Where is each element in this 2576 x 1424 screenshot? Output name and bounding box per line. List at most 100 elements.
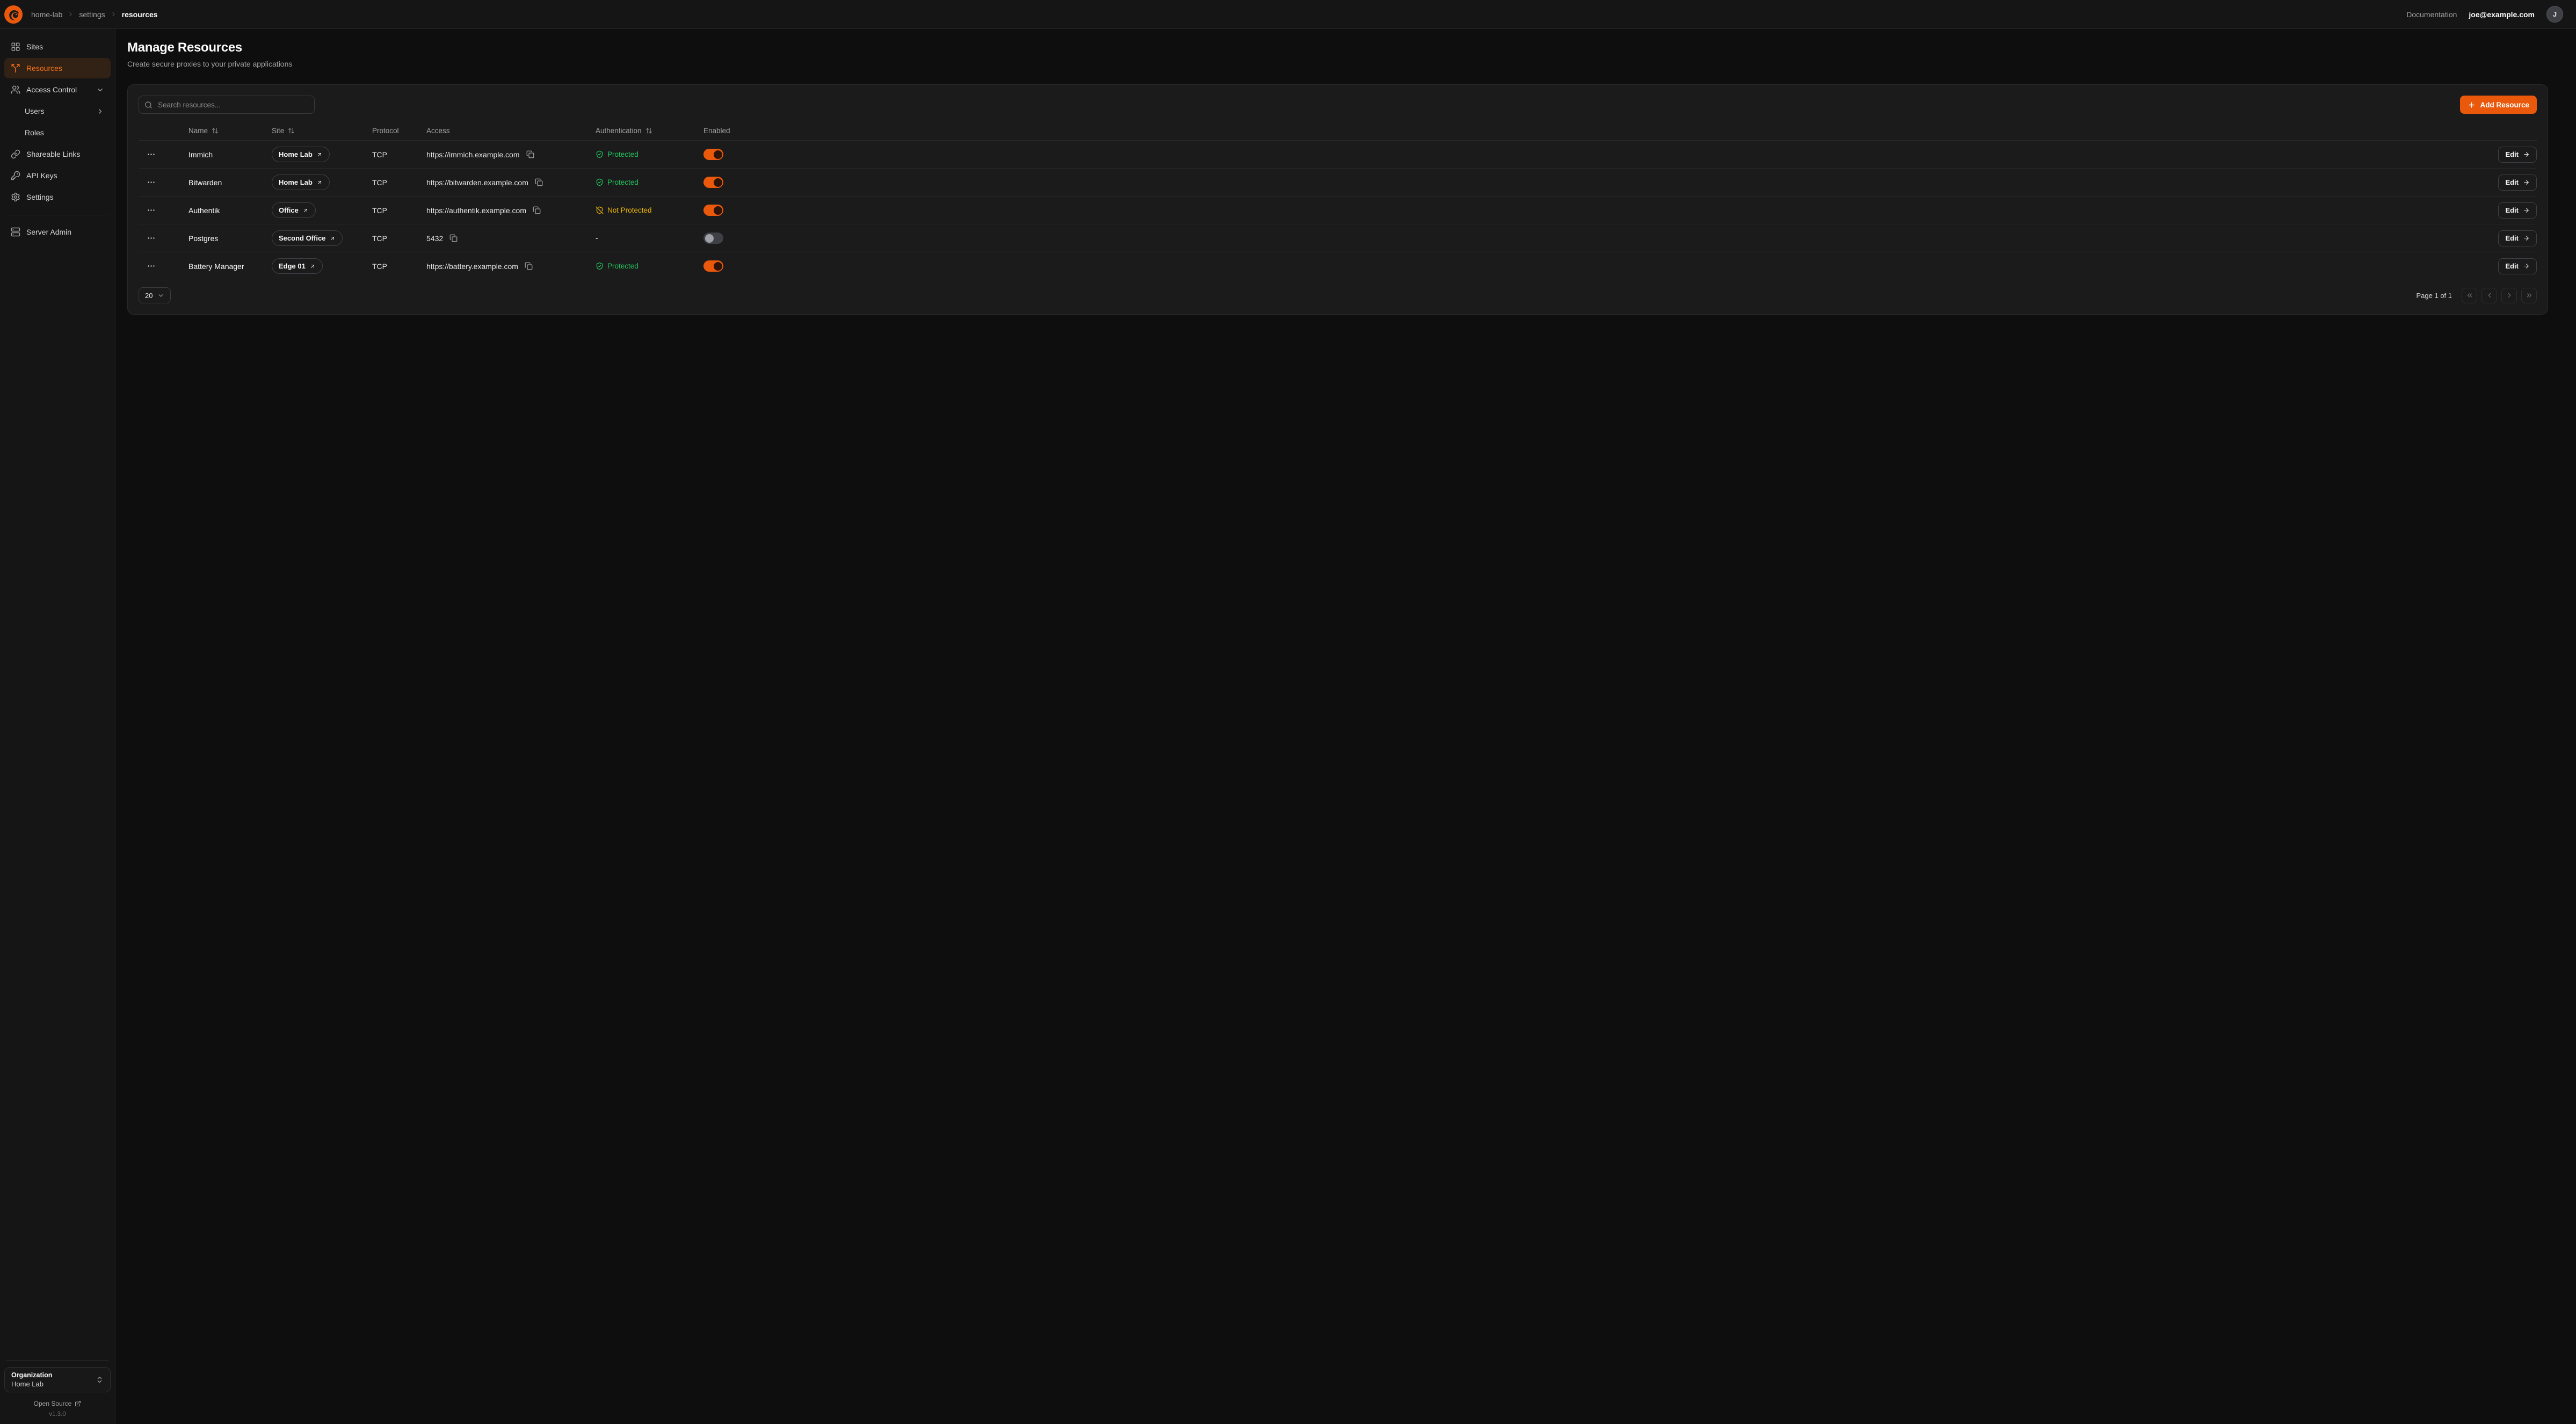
edit-button[interactable]: Edit: [2498, 258, 2537, 274]
shield-check-icon: [596, 150, 604, 158]
edit-button[interactable]: Edit: [2498, 175, 2537, 191]
authentication-status: Protected: [596, 262, 703, 270]
table-row: Battery Manager Edge 01 TCP https://batt…: [139, 252, 2537, 280]
pangolin-logo-icon: [4, 5, 23, 24]
breadcrumb-home-lab[interactable]: home-lab: [31, 10, 62, 19]
site-link-button[interactable]: Edge 01: [272, 258, 323, 274]
card-footer: 20 Page 1 of 1: [139, 287, 2537, 303]
open-source-label: Open Source: [34, 1400, 72, 1407]
documentation-link[interactable]: Documentation: [2406, 10, 2457, 19]
sidebar-item-label: API Keys: [26, 171, 57, 180]
enabled-toggle[interactable]: [703, 205, 723, 216]
enabled-cell: [703, 233, 778, 244]
enabled-cell: [703, 149, 778, 160]
chevrons-left-icon: [2466, 292, 2473, 299]
column-header-name: Name: [188, 127, 272, 135]
authentication-label: Protected: [607, 178, 638, 186]
row-actions-cell: [139, 204, 188, 217]
app-version: v1.3.0: [4, 1411, 111, 1418]
authentication-label: Not Protected: [607, 206, 652, 214]
sort-icon[interactable]: [645, 127, 652, 134]
site-link-button[interactable]: Second Office: [272, 230, 343, 246]
copy-button[interactable]: [448, 233, 459, 243]
sidebar-divider: [6, 1360, 108, 1361]
chevron-right-icon: [96, 107, 104, 115]
enabled-toggle[interactable]: [703, 260, 723, 272]
sidebar-item-server-admin[interactable]: Server Admin: [4, 222, 111, 242]
pagination-last-button[interactable]: [2521, 288, 2537, 303]
sidebar-item-access-control[interactable]: Access Control: [4, 79, 111, 100]
authentication-label: -: [596, 234, 598, 242]
breadcrumb-resources: resources: [122, 10, 158, 19]
site-cell: Home Lab: [272, 175, 372, 190]
sidebar-item-roles[interactable]: Roles: [4, 122, 111, 143]
sidebar-item-sites[interactable]: Sites: [4, 37, 111, 57]
breadcrumb-separator-icon: [110, 11, 117, 18]
enabled-toggle[interactable]: [703, 177, 723, 188]
site-link-button[interactable]: Office: [272, 202, 316, 218]
user-avatar[interactable]: J: [2546, 6, 2563, 23]
page-size-select[interactable]: 20: [139, 287, 171, 303]
site-cell: Office: [272, 202, 372, 218]
copy-button[interactable]: [532, 205, 542, 215]
sidebar-item-settings[interactable]: Settings: [4, 187, 111, 207]
chevrons-right-icon: [2526, 292, 2533, 299]
sidebar-item-resources[interactable]: Resources: [4, 58, 111, 78]
toggle-knob: [714, 178, 722, 187]
enabled-toggle[interactable]: [703, 149, 723, 160]
access-value: https://bitwarden.example.com: [426, 178, 528, 187]
edit-cell: Edit: [778, 258, 2537, 274]
row-actions-menu-button[interactable]: [143, 231, 159, 245]
site-name: Edge 01: [279, 262, 306, 270]
search-box: [139, 96, 315, 114]
copy-icon: [526, 150, 534, 158]
row-actions-menu-button[interactable]: [143, 176, 159, 190]
breadcrumb-settings[interactable]: settings: [79, 10, 105, 19]
ellipsis-icon: [147, 261, 156, 271]
protocol: TCP: [372, 206, 426, 215]
copy-button[interactable]: [534, 177, 544, 187]
app-logo[interactable]: [4, 5, 23, 24]
chevron-down-icon: [96, 86, 104, 94]
arrow-up-right-icon: [316, 151, 323, 158]
main-content: Manage Resources Create secure proxies t…: [115, 29, 2576, 1424]
organization-texts: Organization Home Lab: [11, 1371, 52, 1388]
site-link-button[interactable]: Home Lab: [272, 175, 330, 190]
column-label: Site: [272, 127, 284, 135]
organization-selector[interactable]: Organization Home Lab: [4, 1367, 111, 1392]
pagination-first-button[interactable]: [2462, 288, 2477, 303]
sidebar-item-label: Server Admin: [26, 228, 71, 236]
access-value: https://immich.example.com: [426, 150, 520, 159]
copy-button[interactable]: [524, 261, 534, 271]
add-resource-button[interactable]: Add Resource: [2460, 96, 2537, 114]
chevron-left-icon: [2486, 292, 2493, 299]
enabled-toggle[interactable]: [703, 233, 723, 244]
sidebar-item-api-keys[interactable]: API Keys: [4, 165, 111, 186]
pagination-next-button[interactable]: [2501, 288, 2517, 303]
sort-icon[interactable]: [212, 127, 219, 134]
sort-icon[interactable]: [288, 127, 295, 134]
shield-check-icon: [596, 262, 604, 270]
row-actions-menu-button[interactable]: [143, 259, 159, 273]
site-cell: Second Office: [272, 230, 372, 246]
access-cell: https://authentik.example.com: [426, 205, 596, 215]
open-source-link[interactable]: Open Source: [4, 1400, 111, 1407]
site-link-button[interactable]: Home Lab: [272, 147, 330, 162]
access-cell: https://bitwarden.example.com: [426, 177, 596, 187]
arrow-right-icon: [2523, 263, 2530, 270]
row-actions-menu-button[interactable]: [143, 148, 159, 162]
edit-button[interactable]: Edit: [2498, 147, 2537, 163]
row-actions-menu-button[interactable]: [143, 204, 159, 217]
search-input[interactable]: [157, 100, 309, 110]
chevron-right-icon: [2506, 292, 2513, 299]
sidebar-item-shareable-links[interactable]: Shareable Links: [4, 144, 111, 164]
sidebar-item-users[interactable]: Users: [4, 101, 111, 121]
edit-button[interactable]: Edit: [2498, 202, 2537, 219]
pagination-previous-button[interactable]: [2481, 288, 2497, 303]
edit-button[interactable]: Edit: [2498, 230, 2537, 246]
copy-button[interactable]: [525, 149, 535, 159]
enabled-cell: [703, 260, 778, 272]
edit-label: Edit: [2505, 150, 2519, 158]
server-icon: [11, 227, 20, 237]
breadcrumb: home-lab settings resources: [31, 10, 158, 19]
